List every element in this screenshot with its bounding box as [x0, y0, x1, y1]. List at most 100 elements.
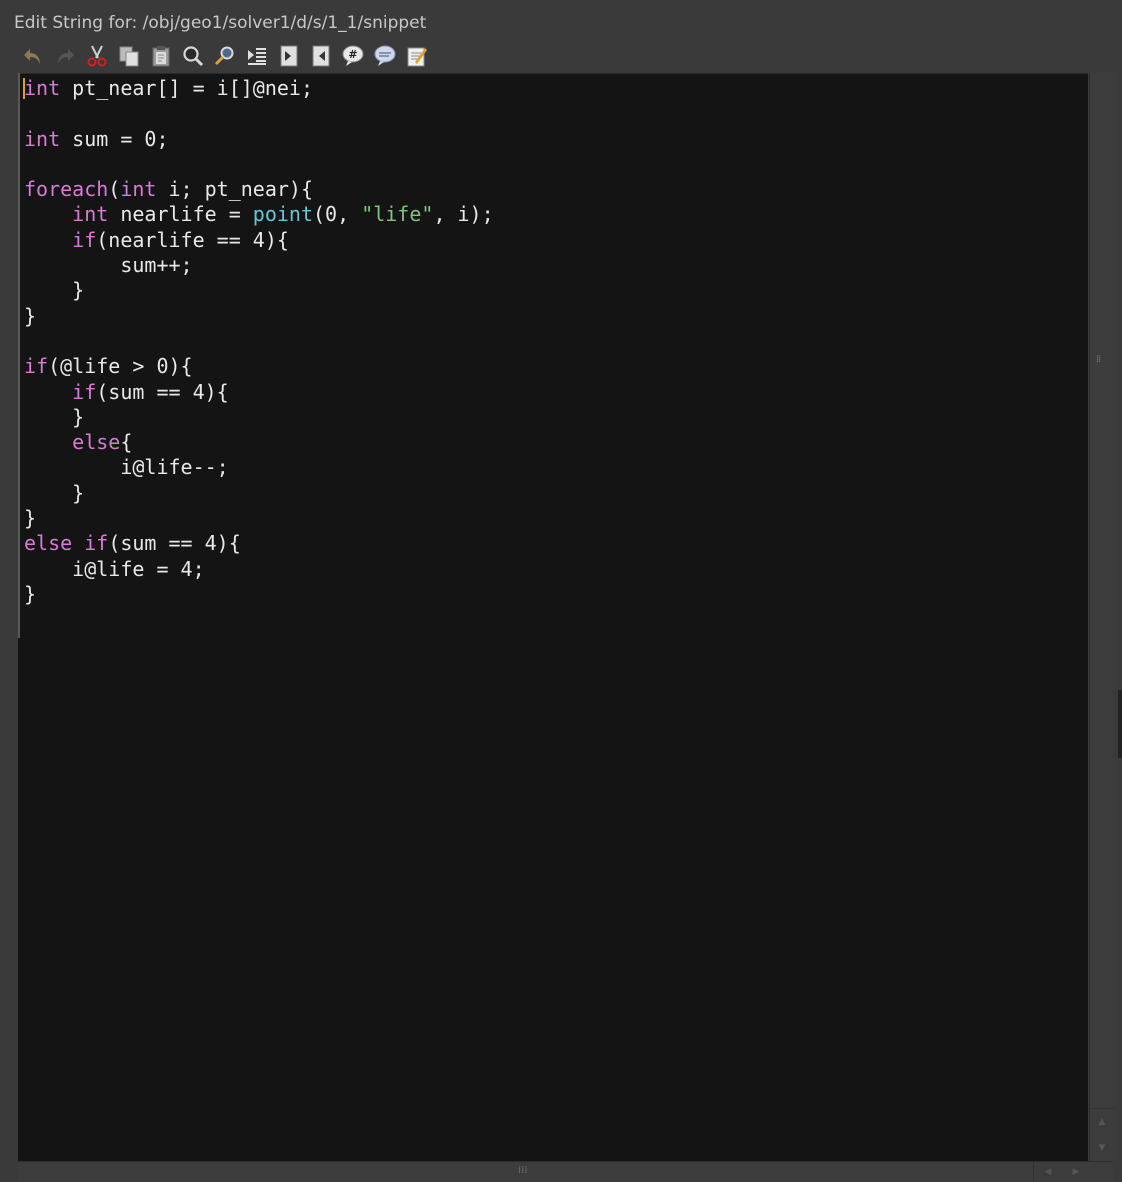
copy-icon — [119, 46, 139, 67]
code-token-kw: else — [72, 430, 121, 455]
code-token: i@life = 4; — [24, 556, 205, 581]
code-token-kw: int — [120, 177, 157, 202]
find-icon — [183, 46, 204, 67]
goto-line-button[interactable] — [276, 43, 302, 69]
goto-button[interactable] — [308, 43, 334, 69]
code-token-kw: if — [84, 531, 109, 556]
scroll-up-icon[interactable]: ▲ — [1090, 1109, 1114, 1135]
cut-button[interactable] — [84, 43, 110, 69]
goto-line-icon — [280, 45, 298, 67]
code-line: } — [24, 582, 494, 607]
scroll-right-icon[interactable]: ▶ — [1062, 1162, 1090, 1182]
code-token: sum = 0; — [60, 126, 169, 151]
indent-icon — [248, 48, 266, 65]
code-token-kw: if — [72, 227, 97, 252]
code-token: pt_near[] = i[]@nei; — [60, 76, 313, 100]
code-line: i@life = 4; — [24, 557, 494, 582]
goto-icon — [312, 45, 330, 67]
undo-icon — [24, 49, 40, 64]
editor-toolbar: # — [20, 42, 436, 70]
scroll-down-icon[interactable]: ▼ — [1090, 1135, 1114, 1161]
code-token-fn: point — [252, 202, 314, 227]
external-editor-button[interactable] — [404, 43, 430, 69]
uncomment-icon — [374, 45, 396, 66]
code-token: nearlife = — [108, 202, 253, 227]
code-token-kw: if — [24, 354, 49, 379]
code-line: int nearlife = point(0, "life", i); — [24, 202, 494, 227]
external-editor-icon — [407, 47, 427, 67]
code-line: int sum = 0; — [24, 127, 494, 152]
code-token: } — [24, 278, 85, 303]
paste-icon — [152, 46, 170, 67]
code-line: if(@life > 0){ — [24, 354, 494, 379]
code-token: } — [24, 480, 85, 505]
code-token: ( — [108, 177, 121, 202]
svg-text:#: # — [348, 48, 357, 61]
undo-button[interactable] — [20, 43, 46, 69]
code-line: foreach(int i; pt_near){ — [24, 177, 494, 202]
code-token: } — [24, 303, 37, 328]
code-token-kw: int — [24, 126, 61, 151]
comment-button[interactable]: # — [340, 43, 366, 69]
code-token: } — [24, 581, 37, 606]
redo-icon — [58, 49, 74, 64]
editor-gutter-edge — [18, 73, 20, 638]
uncomment-button[interactable] — [372, 43, 398, 69]
vertical-scrollbar[interactable]: ⁞⁞ ▲ ▼ — [1089, 73, 1114, 1161]
code-line: if(sum == 4){ — [24, 380, 494, 405]
code-token: } — [24, 506, 37, 531]
redo-button[interactable] — [52, 43, 78, 69]
code-token: sum++; — [24, 253, 193, 278]
code-token: } — [24, 404, 85, 429]
find-replace-button[interactable] — [212, 43, 238, 69]
code-token-kw: else — [24, 531, 73, 556]
code-line: } — [24, 405, 494, 430]
code-editor[interactable]: int pt_near[] = i[]@nei; int sum = 0; fo… — [18, 73, 1088, 1162]
code-token: (@life > 0){ — [48, 354, 193, 379]
window-edge — [1118, 690, 1122, 758]
code-line: if(nearlife == 4){ — [24, 228, 494, 253]
cut-icon — [87, 45, 107, 67]
indent-button[interactable] — [244, 43, 270, 69]
code-token-str: "life" — [361, 202, 434, 227]
code-token: { — [120, 430, 133, 455]
paste-button[interactable] — [148, 43, 174, 69]
code-token: , i); — [433, 202, 494, 227]
code-line: else if(sum == 4){ — [24, 531, 494, 556]
code-token-kw: int — [72, 202, 109, 227]
code-token: i; pt_near){ — [156, 177, 314, 202]
hscroll-grip-icon[interactable]: ⁞⁞⁞ — [518, 1165, 528, 1176]
code-line: } — [24, 481, 494, 506]
code-line: int pt_near[] = i[]@nei; — [24, 76, 494, 101]
code-line: } — [24, 506, 494, 531]
code-line: else{ — [24, 430, 494, 455]
code-token: (sum == 4){ — [108, 531, 241, 556]
comment-icon: # — [342, 45, 364, 66]
code-token: (nearlife == 4){ — [96, 227, 289, 252]
code-token-kw: if — [72, 379, 97, 404]
window-title: Edit String for: /obj/geo1/solver1/d/s/1… — [14, 13, 427, 33]
scroll-grip-icon[interactable]: ⁞⁞ — [1096, 355, 1106, 370]
code-token: (0, — [313, 202, 362, 227]
find-button[interactable] — [180, 43, 206, 69]
code-line: } — [24, 278, 494, 303]
horizontal-scrollbar[interactable]: ⁞⁞⁞ ◀ ▶ — [18, 1161, 1113, 1182]
code-token: i@life--; — [24, 455, 229, 480]
scroll-left-icon[interactable]: ◀ — [1034, 1162, 1062, 1182]
copy-button[interactable] — [116, 43, 142, 69]
code-content[interactable]: int pt_near[] = i[]@nei; int sum = 0; fo… — [24, 76, 494, 607]
find-replace-icon — [214, 46, 234, 66]
code-line: sum++; — [24, 253, 494, 278]
code-line: i@life--; — [24, 455, 494, 480]
code-line: } — [24, 304, 494, 329]
code-token-kw: foreach — [24, 177, 109, 202]
code-token-kw: int — [24, 76, 61, 100]
